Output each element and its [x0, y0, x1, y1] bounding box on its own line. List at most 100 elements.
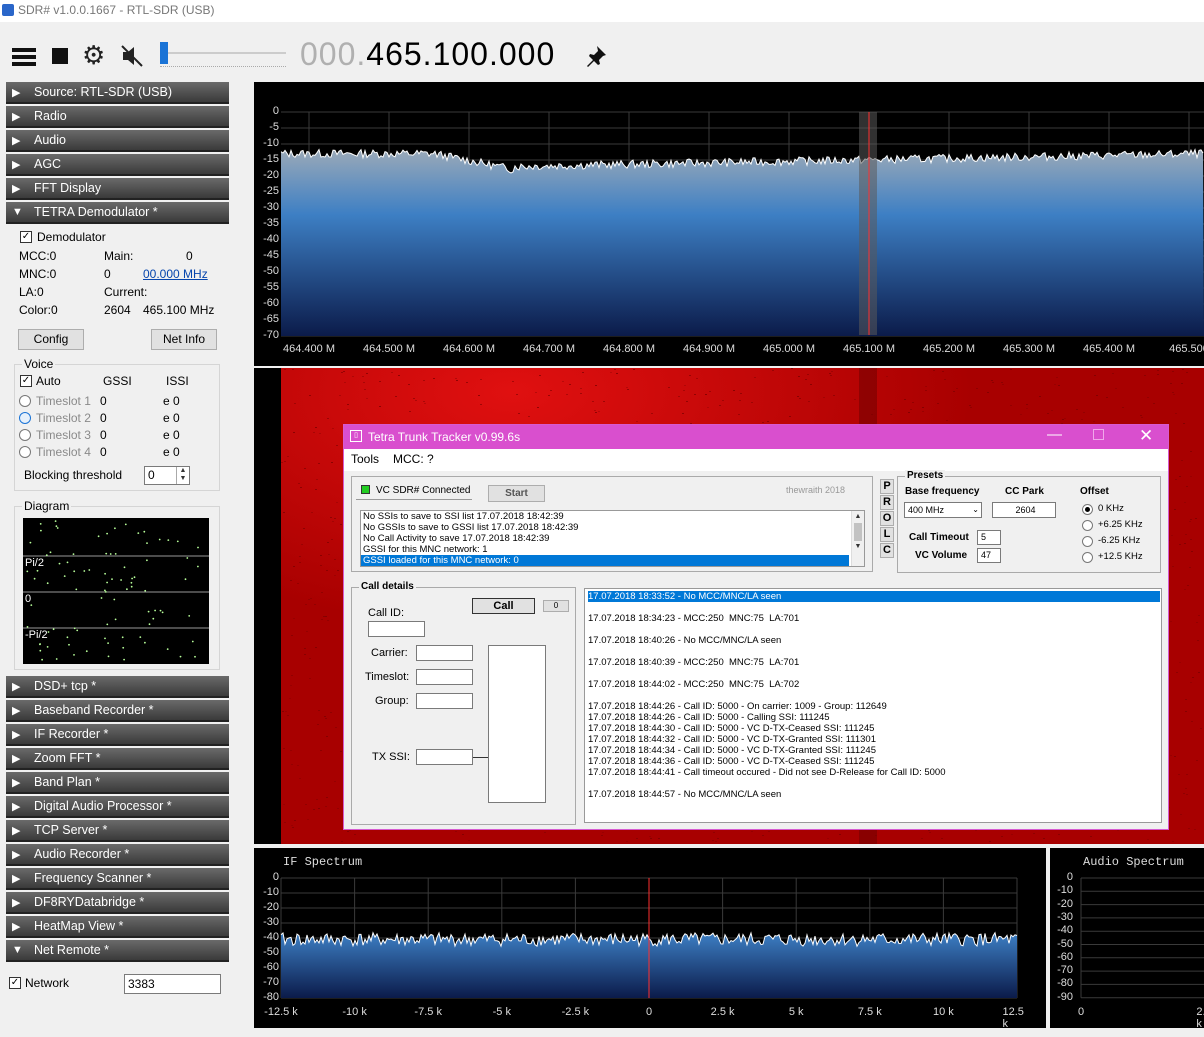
axis-tick-label: 465.500	[1169, 343, 1204, 355]
sidebar-section[interactable]: ▶ Digital Audio Processor *	[6, 796, 229, 818]
mnc-label: MNC:0	[19, 267, 57, 281]
if-spectrum-plot	[280, 877, 1018, 999]
sidebar-section[interactable]: ▶ Frequency Scanner *	[6, 868, 229, 890]
group-input[interactable]	[416, 693, 473, 709]
call-timeout-input[interactable]: 5	[977, 530, 1001, 545]
expand-arrow-icon: ▶	[12, 135, 21, 147]
timeslot-input[interactable]	[416, 669, 473, 685]
if-spectrum-panel[interactable]: IF Spectrum 0 -10 -20 -30 -40 -50 -60 -70 -80 -1…	[254, 848, 1046, 1030]
event-log[interactable]: 17.07.2018 18:33:52 - No MCC/MNC/LA seen…	[584, 588, 1162, 823]
sidebar-section[interactable]: ▶ DSD+ tcp *	[6, 676, 229, 698]
timeslot-radio[interactable]	[19, 429, 31, 441]
tx-ssi-input[interactable]	[416, 749, 473, 765]
axis-tick-label: -20	[1057, 897, 1073, 910]
volume-slider-thumb[interactable]	[160, 42, 168, 64]
hamburger-menu-icon[interactable]	[12, 45, 36, 69]
mute-icon[interactable]	[120, 44, 146, 68]
network-port-input[interactable]: 3383	[124, 974, 221, 994]
demodulator-checkbox[interactable]: ✓	[20, 231, 32, 243]
sidebar-section[interactable]: ▶ AGC	[6, 154, 229, 176]
sidebar-section[interactable]: ▶ TCP Server *	[6, 820, 229, 842]
axis-tick-label: -10	[263, 886, 279, 898]
expand-arrow-icon: ▶	[12, 681, 21, 693]
audio-spectrum-plot	[1080, 877, 1204, 999]
event-log-line	[588, 646, 1161, 657]
axis-tick-label: 465.400 M	[1083, 343, 1135, 355]
sidebar-section[interactable]: ▶ Audio	[6, 130, 229, 152]
collapse-arrow-icon: ▼	[12, 206, 23, 218]
blocking-threshold-spinner[interactable]: ▲ ▼	[176, 467, 189, 484]
carrier-input[interactable]	[416, 645, 473, 661]
sidebar-section[interactable]: ▼ TETRA Demodulator *	[6, 202, 229, 224]
axis-tick-label: -40	[263, 233, 279, 245]
axis-tick-label: -60	[1057, 950, 1073, 963]
minimize-icon[interactable]: —	[1047, 426, 1062, 443]
sidebar-section[interactable]: ▼ Net Remote *	[6, 940, 229, 962]
base-frequency-select[interactable]: 400 MHz ⌄	[904, 502, 982, 518]
sidebar-section[interactable]: ▶ Band Plan *	[6, 772, 229, 794]
axis-tick-label: -60	[263, 297, 279, 309]
auto-checkbox[interactable]: ✓	[20, 375, 32, 387]
tracker-tab[interactable]: O	[880, 511, 894, 526]
offset-label: -6.25 KHz	[1098, 535, 1141, 546]
start-button[interactable]: Start	[488, 485, 545, 502]
call-id-input[interactable]	[368, 621, 425, 637]
sidebar-section-label: DF8RYDatabridge *	[34, 895, 145, 909]
timeslot-radio[interactable]	[19, 395, 31, 407]
tracker-tab[interactable]: R	[880, 495, 894, 510]
tracker-tab[interactable]: C	[880, 543, 894, 558]
event-log-line	[588, 668, 1161, 679]
tetra-trunk-tracker-window[interactable]: ▯ Tetra Trunk Tracker v0.99.6s — ✕ Tools…	[343, 424, 1169, 830]
sidebar-section[interactable]: ▶ IF Recorder *	[6, 724, 229, 746]
timeslot-radio[interactable]	[19, 412, 31, 424]
axis-tick-label: -20	[263, 901, 279, 913]
mnc-frequency-link[interactable]: 00.000 MHz	[143, 267, 208, 281]
spectrum-panel[interactable]: 0 -5 -10 -15 -20 -25 -30 -35 -40 -45 -50 -55 -60 -65 -…	[254, 82, 1204, 366]
axis-tick-label: -20	[263, 169, 279, 181]
net-info-button[interactable]: Net Info	[151, 329, 217, 350]
offset-label: +6.25 KHz	[1098, 519, 1143, 530]
offset-radio[interactable]	[1082, 504, 1093, 515]
network-checkbox[interactable]: ✓	[9, 977, 21, 989]
audio-spectrum-panel[interactable]: Audio Spectrum 0 -10 -20 -30 -40 -50 -60 -70 -80…	[1050, 848, 1204, 1030]
sidebar-section[interactable]: ▶ Source: RTL-SDR (USB)	[6, 82, 229, 104]
sidebar-section[interactable]: ▶ FFT Display	[6, 178, 229, 200]
cc-park-input[interactable]: 2604	[992, 502, 1056, 518]
offset-radio[interactable]	[1082, 536, 1093, 547]
maximize-icon[interactable]	[1093, 429, 1104, 440]
close-icon[interactable]: ✕	[1139, 426, 1153, 446]
diagram-label-neg-pi2: -Pi/2	[25, 629, 48, 641]
volume-slider-track[interactable]	[160, 52, 286, 54]
sidebar-section[interactable]: ▶ Baseband Recorder *	[6, 700, 229, 722]
sidebar-section[interactable]: ▶ DF8RYDatabridge *	[6, 892, 229, 914]
frequency-display[interactable]: 000.465.100.000	[300, 36, 555, 73]
sidebar-section-label: Baseband Recorder *	[34, 703, 154, 717]
event-log-line	[588, 624, 1161, 635]
sidebar-section[interactable]: ▶ HeatMap View *	[6, 916, 229, 938]
stop-icon[interactable]	[52, 48, 68, 64]
axis-tick-label: -10	[263, 137, 279, 149]
config-button[interactable]: Config	[18, 329, 84, 350]
system-log[interactable]: No SSIs to save to SSI list 17.07.2018 1…	[360, 510, 865, 567]
tracker-tab[interactable]: L	[880, 527, 894, 542]
sidebar-section[interactable]: ▶ Radio	[6, 106, 229, 128]
call-button[interactable]: Call	[472, 598, 535, 614]
sidebar-section-label: AGC	[34, 157, 62, 171]
system-log-scrollbar[interactable]: ▲ ▼	[851, 511, 864, 566]
chevron-down-icon[interactable]: ⌄	[972, 503, 979, 517]
call-participants-list[interactable]	[488, 645, 546, 803]
axis-tick-label: 465.300 M	[1003, 343, 1055, 355]
axis-tick-label: 2.5 k	[710, 1006, 735, 1018]
sidebar-section[interactable]: ▶ Zoom FFT *	[6, 748, 229, 770]
gear-icon[interactable]: ⚙	[82, 40, 105, 71]
timeslot-radio[interactable]	[19, 446, 31, 458]
axis-tick-label: 10 k	[932, 1006, 954, 1018]
offset-radio[interactable]	[1082, 520, 1093, 531]
menu-tools[interactable]: Tools	[351, 452, 379, 466]
vc-volume-input[interactable]: 47	[977, 548, 1001, 563]
tracker-tab[interactable]: P	[880, 479, 894, 494]
offset-radio[interactable]	[1082, 552, 1093, 563]
sidebar-section[interactable]: ▶ Audio Recorder *	[6, 844, 229, 866]
pin-icon[interactable]	[584, 44, 608, 68]
menu-mcc[interactable]: MCC: ?	[393, 452, 434, 466]
